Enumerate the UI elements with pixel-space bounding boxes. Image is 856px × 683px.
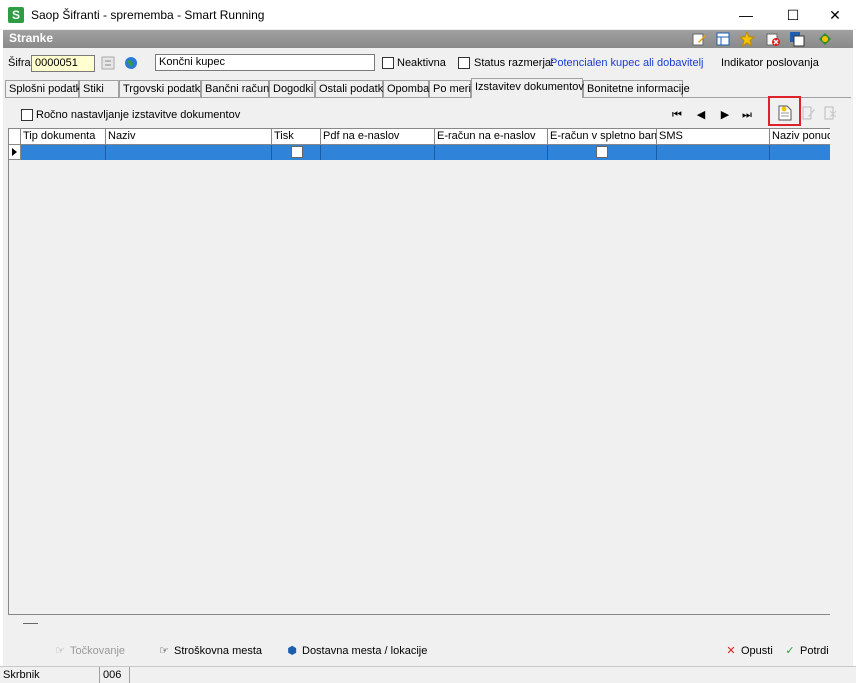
tab-divider bbox=[5, 97, 851, 98]
tab-splosni-podatki[interactable]: Splošni podatki bbox=[5, 80, 84, 98]
col-tip-dokumenta[interactable]: Tip dokumenta bbox=[21, 129, 106, 145]
tisk-checkbox[interactable] bbox=[291, 146, 303, 158]
title-bar: S Saop Šifranti - sprememba - Smart Runn… bbox=[0, 0, 856, 30]
tab-trgovski-podatki[interactable]: Trgovski podatki bbox=[119, 80, 203, 98]
delete-icon[interactable] bbox=[765, 31, 781, 47]
stroskovna-mesta-button[interactable]: ☞ Stroškovna mesta bbox=[156, 644, 262, 660]
cell-e-racun-banka[interactable] bbox=[548, 145, 657, 160]
prev-record-button[interactable]: ◀ bbox=[694, 108, 708, 122]
grid-header: Tip dokumenta Naziv Tisk Pdf na e-naslov… bbox=[9, 129, 836, 145]
dostavna-mesta-button[interactable]: ⬢ Dostavna mesta / lokacije bbox=[284, 644, 427, 660]
col-e-racun-na-e-naslov[interactable]: E-račun na e-naslov bbox=[435, 129, 548, 145]
edit-icon[interactable] bbox=[691, 31, 707, 47]
points-icon: ☞ bbox=[55, 645, 65, 657]
tab-bancni-racuni[interactable]: Bančni računi bbox=[201, 80, 272, 98]
tab-opomba[interactable]: Opomba bbox=[383, 80, 429, 98]
tab-stiki[interactable]: Stiki bbox=[79, 80, 119, 98]
tockovanje-button[interactable]: ☞ Točkovanje bbox=[52, 644, 125, 660]
cell-pdf[interactable] bbox=[321, 145, 435, 160]
name-input[interactable]: Končni kupec bbox=[155, 54, 375, 71]
first-record-button[interactable]: ⏮ bbox=[670, 108, 684, 122]
check-icon: ✓ bbox=[785, 645, 795, 657]
table-row[interactable] bbox=[21, 145, 836, 160]
table-icon[interactable] bbox=[715, 31, 731, 47]
close-button[interactable]: ✕ bbox=[812, 0, 856, 30]
tab-izstavitev-dokumentov[interactable]: Izstavitev dokumentov bbox=[471, 78, 584, 98]
header-corner bbox=[9, 129, 21, 145]
cell-sms[interactable] bbox=[657, 145, 770, 160]
opusti-label: Opusti bbox=[741, 645, 773, 657]
row-indicator bbox=[9, 145, 21, 160]
stroskovna-label: Stroškovna mesta bbox=[174, 645, 263, 657]
potrdi-label: Potrdi bbox=[800, 645, 829, 657]
status-checkbox[interactable] bbox=[458, 57, 470, 69]
potrdi-button[interactable]: ✓ Potrdi bbox=[782, 644, 829, 660]
tockovanje-label: Točkovanje bbox=[70, 645, 126, 657]
edit-document-icon[interactable] bbox=[802, 105, 816, 121]
window-title: Saop Šifranti - sprememba - Smart Runnin… bbox=[31, 8, 265, 22]
col-pdf-na-e-naslov[interactable]: Pdf na e-naslov bbox=[321, 129, 435, 145]
cell-naziv-ponudnik[interactable] bbox=[770, 145, 836, 160]
cell-tip-dokumenta[interactable] bbox=[21, 145, 106, 160]
neaktivna-checkbox[interactable] bbox=[382, 57, 394, 69]
status-bar: Skrbnik 006 bbox=[0, 666, 856, 683]
minimize-button[interactable]: — bbox=[723, 0, 769, 30]
rocno-checkbox[interactable] bbox=[21, 109, 33, 121]
neaktivna-label: Neaktivna bbox=[397, 57, 446, 69]
maximize-button[interactable]: ☐ bbox=[770, 0, 816, 30]
star-icon[interactable] bbox=[739, 31, 755, 47]
indikator-label: Indikator poslovanja bbox=[721, 57, 819, 69]
sifra-input[interactable]: 0000051 bbox=[31, 55, 95, 72]
location-icon: ⬢ bbox=[287, 645, 297, 657]
tab-bonitetne-informacije[interactable]: Bonitetne informacije bbox=[583, 80, 690, 98]
col-naziv-ponudnik[interactable]: Naziv ponudnik bbox=[770, 129, 836, 145]
cancel-icon: ✕ bbox=[726, 645, 736, 657]
section-title: Stranke bbox=[9, 31, 54, 45]
status-value[interactable]: Potencialen kupec ali dobavitelj bbox=[550, 57, 704, 69]
exit-icon[interactable] bbox=[817, 31, 833, 47]
documents-grid[interactable]: Tip dokumenta Naziv Tisk Pdf na e-naslov… bbox=[8, 128, 836, 615]
lookup-icon[interactable] bbox=[101, 56, 115, 70]
new-document-icon[interactable] bbox=[778, 105, 792, 121]
next-record-button[interactable]: ▶ bbox=[718, 108, 732, 122]
status-user: Skrbnik bbox=[0, 667, 100, 683]
col-tisk[interactable]: Tisk bbox=[272, 129, 321, 145]
section-header: Stranke bbox=[3, 30, 853, 48]
tab-po-meri[interactable]: Po meri bbox=[429, 80, 471, 98]
grid-footer-line bbox=[23, 623, 38, 624]
tab-ostali-podatki[interactable]: Ostali podatki bbox=[315, 80, 386, 98]
sifra-label: Šifra bbox=[8, 57, 31, 69]
col-e-racun-v-spletno-banko[interactable]: E-račun v spletno banko bbox=[548, 129, 657, 145]
vertical-scrollbar[interactable] bbox=[830, 128, 843, 615]
dostavna-label: Dostavna mesta / lokacije bbox=[302, 645, 428, 657]
cell-naziv[interactable] bbox=[106, 145, 272, 160]
app-icon: S bbox=[8, 7, 24, 23]
copy-icon[interactable] bbox=[789, 31, 805, 47]
status-code: 006 bbox=[100, 667, 130, 683]
banka-checkbox[interactable] bbox=[596, 146, 608, 158]
col-naziv[interactable]: Naziv bbox=[106, 129, 272, 145]
delete-document-icon[interactable] bbox=[824, 105, 838, 121]
last-record-button[interactable]: ⏭ bbox=[740, 108, 754, 122]
globe-icon[interactable] bbox=[124, 56, 138, 70]
cell-e-racun[interactable] bbox=[435, 145, 548, 160]
status-label: Status razmerja: bbox=[474, 57, 555, 69]
opusti-button[interactable]: ✕ Opusti bbox=[723, 644, 773, 660]
cell-tisk[interactable] bbox=[272, 145, 321, 160]
tab-dogodki[interactable]: Dogodki bbox=[269, 80, 315, 98]
rocno-label: Ročno nastavljanje izstavitve dokumentov bbox=[36, 109, 241, 121]
col-sms[interactable]: SMS bbox=[657, 129, 770, 145]
main-panel: Šifra 0000051 Končni kupec Neaktivna Sta… bbox=[3, 48, 853, 668]
hand-icon: ☞ bbox=[159, 645, 169, 657]
